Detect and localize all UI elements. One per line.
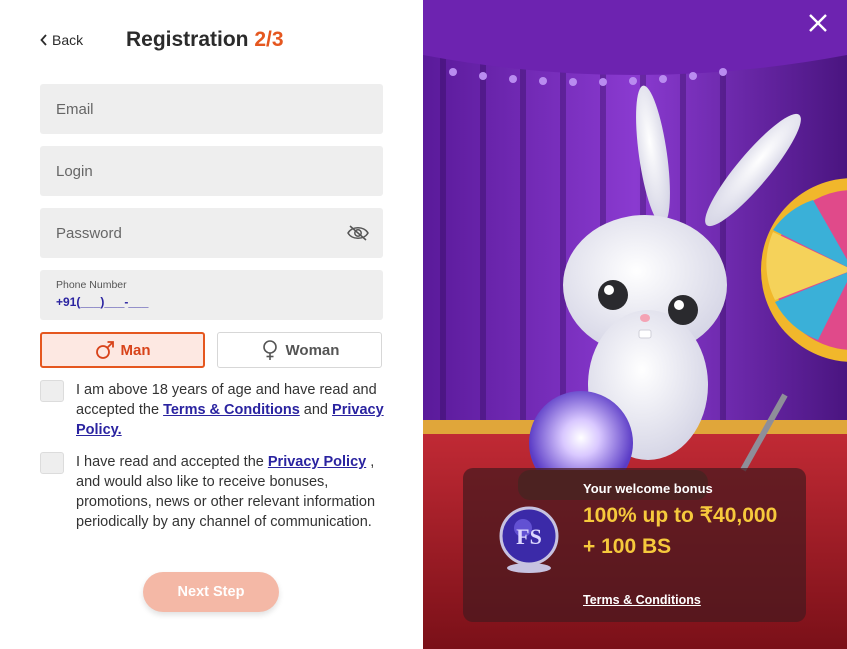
header: Back Registration 2/3	[40, 28, 383, 54]
age-consent-and: and	[303, 402, 328, 418]
age-consent-checkbox[interactable]	[40, 380, 64, 402]
man-label: Man	[120, 341, 151, 359]
page-title: Registration 2/3	[126, 28, 284, 52]
promo-panel: FS Your welcome bonus 100% up to ₹40,000…	[423, 0, 847, 649]
login-placeholder: Login	[56, 162, 93, 180]
bonus-label: Your welcome bonus	[583, 481, 713, 496]
email-field[interactable]: Email	[40, 84, 383, 134]
male-symbol-icon	[95, 341, 114, 359]
gender-woman-button[interactable]: Woman	[217, 332, 382, 368]
promo-consent-label-1: I have read and accepted the	[76, 454, 264, 470]
promo-consent-checkbox[interactable]	[40, 452, 64, 474]
email-placeholder: Email	[56, 100, 94, 118]
welcome-bonus-card: FS Your welcome bonus 100% up to ₹40,000…	[463, 468, 806, 622]
fs-crystal-ball-icon: FS	[499, 506, 559, 573]
close-icon[interactable]	[807, 12, 829, 34]
svg-text:FS: FS	[516, 524, 542, 549]
terms-link[interactable]: Terms & Conditions	[163, 402, 300, 418]
title-text: Registration	[126, 28, 249, 51]
password-field[interactable]: Password	[40, 208, 383, 258]
woman-label: Woman	[285, 341, 340, 359]
phone-value: +91(___)___-___	[56, 295, 149, 309]
phone-label: Phone Number	[56, 279, 127, 291]
bonus-amount: 100% up to ₹40,000 + 100 BS	[583, 504, 778, 558]
next-step-button[interactable]: Next Step	[143, 572, 279, 612]
chevron-left-icon	[40, 34, 47, 46]
promo-privacy-policy-link[interactable]: Privacy Policy	[268, 454, 366, 470]
age-consent-text: I am above 18 years of age and have read…	[76, 380, 386, 440]
registration-panel: Back Registration 2/3 Email Login Passwo…	[0, 0, 423, 649]
phone-field[interactable]: Phone Number +91(___)___-___	[40, 270, 383, 320]
gender-man-button[interactable]: Man	[40, 332, 205, 368]
bonus-terms-link[interactable]: Terms & Conditions	[583, 593, 701, 607]
step-indicator: 2/3	[254, 28, 284, 51]
login-field[interactable]: Login	[40, 146, 383, 196]
eye-off-icon[interactable]	[347, 224, 369, 242]
back-button[interactable]: Back	[40, 32, 83, 48]
female-symbol-icon	[262, 340, 277, 360]
promo-consent-text: I have read and accepted the Privacy Pol…	[76, 452, 386, 532]
password-placeholder: Password	[56, 224, 122, 242]
back-label: Back	[52, 32, 84, 48]
